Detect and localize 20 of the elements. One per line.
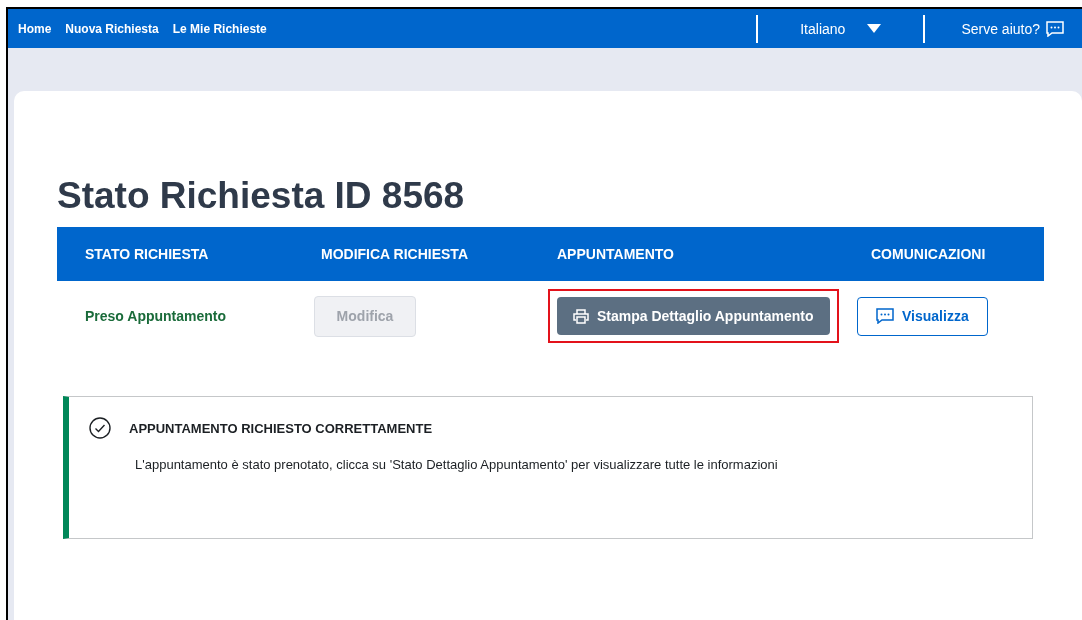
alert-message: L'appuntamento è stato prenotato, clicca su 'Stato Dettaglio Appuntamento' per visualizzare tutte le informazioni	[135, 457, 779, 472]
printer-icon	[573, 308, 589, 324]
print-button[interactable]: Stampa Dettaglio Appuntamento	[557, 297, 830, 335]
nav-link[interactable]: Le Mie Richieste	[172, 21, 267, 36]
help-link[interactable]: Serve aiuto?	[939, 20, 1064, 37]
status-text: Preso Appuntamento	[85, 308, 228, 324]
column-header: STATO RICHIESTA	[85, 246, 210, 262]
nav-link[interactable]: Nuova Richiesta	[65, 21, 159, 36]
column-header: MODIFICA RICHIESTA	[321, 246, 469, 262]
page-title: Stato Richiesta ID 8568	[57, 175, 466, 217]
chat-icon	[876, 308, 894, 324]
view-button[interactable]: Visualizza	[857, 296, 988, 336]
alert-title: APPUNTAMENTO RICHIESTO CORRETTAMENTE	[129, 420, 433, 436]
nav-link[interactable]: Home	[18, 21, 52, 36]
language-selector[interactable]: Italiano	[772, 20, 910, 37]
caret-icon	[867, 24, 882, 33]
column-header: APPUNTAMENTO	[557, 246, 675, 262]
check-circle-icon	[89, 417, 111, 439]
column-header: COMUNICAZIONI	[871, 246, 987, 262]
chat-icon	[1046, 20, 1064, 37]
